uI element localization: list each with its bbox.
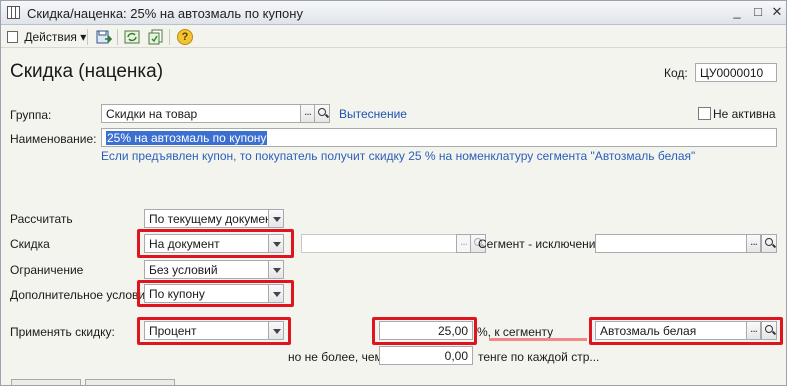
inactive-checkbox[interactable] [698, 107, 711, 120]
extra-condition-label: Дополнительное условие [10, 288, 152, 302]
toolbar-separator [87, 29, 88, 45]
highlight-apply [137, 317, 291, 345]
limit-field[interactable]: 0,00 [379, 346, 473, 365]
toolbar: Действия ▾ ? [1, 26, 786, 48]
highlight-discount [137, 229, 294, 258]
toolbar-separator [117, 29, 118, 45]
close-button[interactable]: ✕ [768, 4, 786, 21]
highlight-segment [589, 317, 783, 345]
segment-exclusion-field[interactable] [595, 234, 747, 253]
discount-object-select-button: ... [456, 234, 471, 253]
copy-icon[interactable] [147, 28, 165, 46]
calculate-dropdown-button[interactable] [268, 209, 284, 228]
table-icon [7, 6, 20, 19]
to-segment-label: %, к сегменту [477, 325, 554, 339]
highlight-extra-condition [137, 280, 294, 307]
window-title: Скидка/наценка: 25% на автозмаль по купо… [27, 6, 303, 21]
calculate-field[interactable]: По текущему документу [144, 209, 269, 228]
restriction-label: Ограничение [10, 263, 84, 277]
bottom-tab[interactable] [11, 379, 81, 385]
no-more-label: но не более, чем [288, 350, 383, 364]
discount-window: Скидка/наценка: 25% на автозмаль по купо… [0, 0, 787, 386]
apply-label: Применять скидку: [10, 325, 115, 339]
hint-text: Если предъявлен купон, то покупатель пол… [101, 149, 696, 163]
displacement-link[interactable]: Вытеснение [339, 107, 407, 121]
maximize-button[interactable]: □ [749, 4, 767, 21]
per-item-label: тенге по каждой стр... [478, 350, 600, 364]
name-value: 25% на автозмаль по купону [106, 131, 268, 145]
chevron-down-icon: ▾ [80, 30, 87, 44]
page-title: Скидка (наценка) [10, 61, 164, 82]
segment-exclusion-label: Сегмент - исключение [478, 237, 603, 251]
name-label: Наименование: [10, 132, 97, 146]
code-label: Код: [664, 66, 688, 80]
inactive-label: Не активна [713, 107, 776, 121]
calculate-label: Рассчитать [10, 212, 73, 226]
title-bar: Скидка/наценка: 25% на автозмаль по купо… [1, 1, 786, 25]
group-label: Группа: [10, 108, 52, 122]
document-icon [7, 31, 18, 43]
highlight-connector [489, 338, 587, 341]
segment-exclusion-search-icon[interactable] [761, 234, 777, 253]
save-and-close-icon[interactable] [95, 28, 113, 46]
highlight-amount [372, 317, 477, 345]
refresh-icon[interactable] [123, 28, 141, 46]
bottom-tab[interactable] [85, 379, 175, 385]
code-field[interactable]: ЦУ0000010 [695, 63, 777, 82]
group-field[interactable]: Скидки на товар [101, 104, 301, 123]
name-field[interactable]: 25% на автозмаль по купону [101, 128, 777, 147]
group-select-button[interactable]: ... [300, 104, 315, 123]
help-icon[interactable]: ? [177, 29, 193, 45]
segment-exclusion-select-button[interactable]: ... [746, 234, 761, 253]
restriction-field[interactable]: Без условий [144, 260, 269, 279]
group-search-icon[interactable] [314, 104, 330, 123]
actions-menu-button[interactable]: Действия ▾ [7, 29, 86, 45]
discount-object-field [301, 234, 457, 253]
toolbar-separator [169, 29, 170, 45]
discount-label: Скидка [10, 237, 50, 251]
actions-label: Действия [24, 30, 77, 44]
minimize-button[interactable]: _ [728, 4, 746, 21]
restriction-dropdown-button[interactable] [268, 260, 284, 279]
